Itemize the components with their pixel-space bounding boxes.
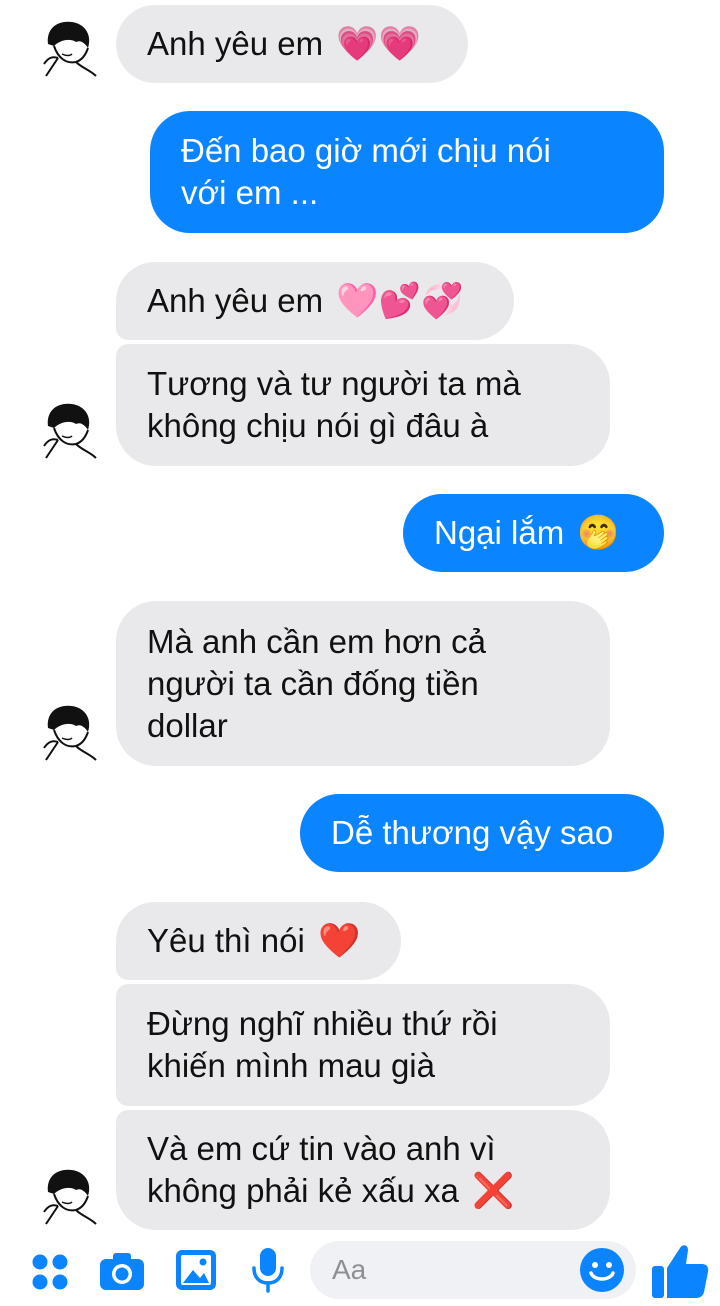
apps-icon[interactable]	[30, 1252, 70, 1292]
message-line: khiến mình mau già	[147, 1047, 435, 1084]
message-bubble-incoming[interactable]: Mà anh cần em hơn cả người ta cần đống t…	[116, 601, 610, 766]
message-bubble-incoming[interactable]: Yêu thì nói ❤️	[116, 902, 401, 980]
gallery-icon[interactable]	[174, 1248, 218, 1292]
contact-avatar[interactable]	[36, 698, 100, 762]
message-line: Tương và tư người ta mà	[147, 365, 521, 402]
message-bubble-incoming[interactable]: Tương và tư người ta mà không chịu nói g…	[116, 344, 610, 466]
contact-avatar[interactable]	[36, 1162, 100, 1226]
hearts-emoji: 🩷💕💞	[336, 282, 464, 320]
message-line: người ta cần đống tiền	[147, 664, 479, 702]
message-line: với em ...	[181, 174, 319, 211]
contact-avatar[interactable]	[36, 14, 100, 78]
message-text: Anh yêu em	[147, 25, 324, 62]
message-thread: Anh yêu em 💗💗 Đến bao giờ mới chịu nói v…	[0, 0, 720, 1232]
face-with-hand-over-mouth-emoji: 🤭	[577, 514, 620, 552]
camera-icon[interactable]	[98, 1250, 146, 1292]
message-bubble-outgoing[interactable]: Dễ thương vậy sao	[300, 794, 664, 872]
message-line: không chịu nói gì đâu à	[147, 407, 489, 444]
message-composer: Aa	[0, 1232, 720, 1306]
message-text: Yêu thì nói	[147, 922, 305, 959]
message-text: Dễ thương vậy sao	[331, 814, 614, 851]
like-icon[interactable]	[650, 1242, 710, 1300]
message-bubble-incoming[interactable]: Đừng nghĩ nhiều thứ rồi khiến mình mau g…	[116, 984, 610, 1106]
contact-avatar[interactable]	[36, 396, 100, 460]
message-line: Mà anh cần em hơn cả	[147, 622, 486, 660]
message-text: Ngại lắm	[434, 514, 565, 551]
message-line: Đừng nghĩ nhiều thứ rồi	[147, 1005, 498, 1042]
message-input-placeholder: Aa	[332, 1254, 367, 1285]
emoji-icon[interactable]	[578, 1246, 626, 1294]
message-line: Và em cứ tin vào anh vì	[147, 1130, 496, 1167]
message-text: Anh yêu em	[147, 282, 324, 319]
message-bubble-incoming[interactable]: Anh yêu em 💗💗	[116, 5, 468, 83]
heart-emoji: 💗💗	[336, 25, 421, 63]
red-heart-emoji: ❤️	[317, 922, 361, 960]
message-bubble-outgoing[interactable]: Đến bao giờ mới chịu nói với em ...	[150, 111, 664, 233]
message-bubble-incoming[interactable]: Anh yêu em 🩷💕💞	[116, 262, 514, 340]
message-line: dollar	[147, 706, 228, 744]
microphone-icon[interactable]	[250, 1246, 286, 1294]
message-bubble-incoming[interactable]: Và em cứ tin vào anh vì không phải kẻ xấ…	[116, 1110, 610, 1230]
message-line: không phải kẻ xấu xa	[147, 1172, 459, 1209]
message-bubble-outgoing[interactable]: Ngại lắm 🤭	[403, 494, 664, 572]
cross-mark-emoji: ❌	[472, 1172, 515, 1210]
message-line: Đến bao giờ mới chịu nói	[181, 132, 551, 169]
message-input[interactable]: Aa	[310, 1241, 636, 1299]
